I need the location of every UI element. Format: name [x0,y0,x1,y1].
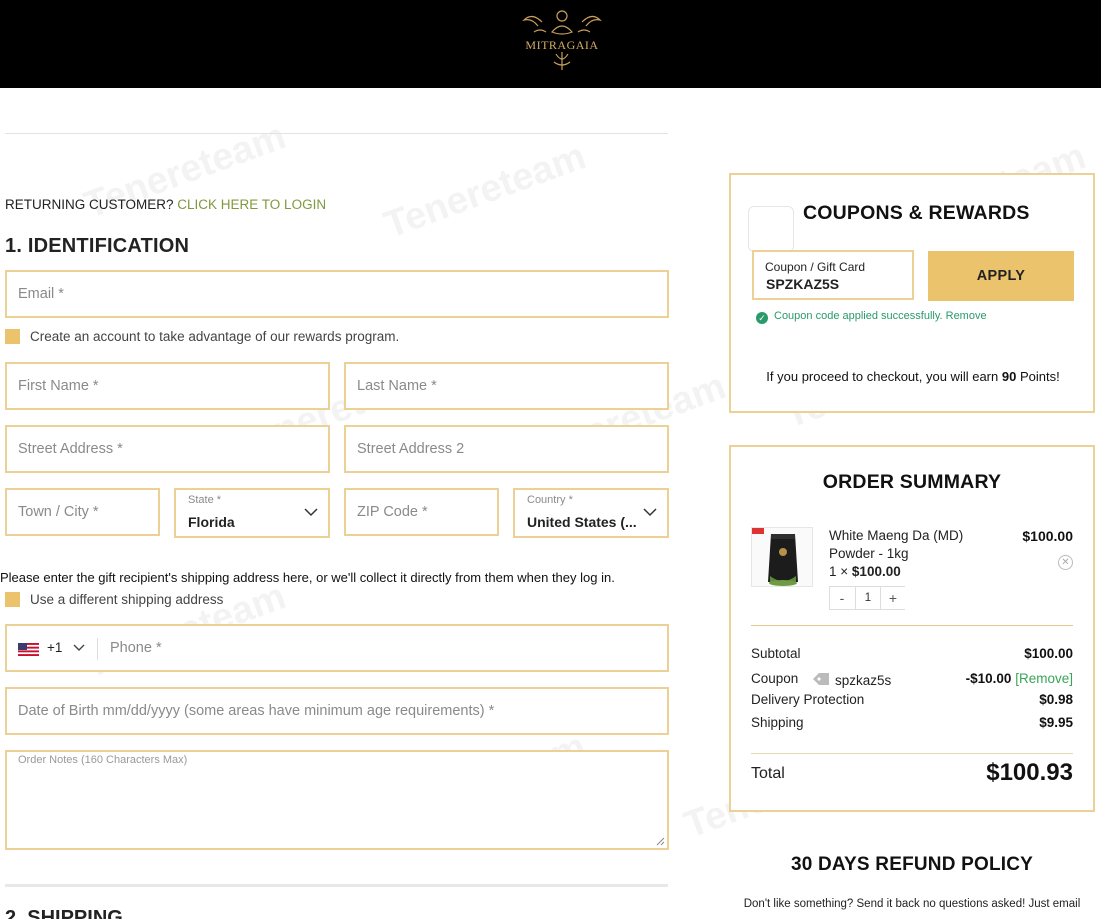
country-label: Country * [527,494,573,506]
divider [5,884,668,887]
phone-divider [97,638,98,660]
product-qty-price: 1 × $100.00 [829,564,901,579]
shipping-value: $9.95 [1039,715,1073,730]
tag-icon [813,673,829,685]
points-value: 90 [1001,369,1017,384]
apply-button[interactable]: APPLY [928,251,1074,301]
quantity-value[interactable]: 1 [855,587,881,609]
shipping-row: Shipping $9.95 [751,715,1073,735]
country-select[interactable]: Country * United States (... [513,488,669,538]
coupon-success-message: ✓ Coupon code applied successfully. Remov… [756,310,987,324]
phone-placeholder: Phone * [110,640,162,656]
town-city-field[interactable]: Town / City * [5,488,160,536]
street-address-field[interactable]: Street Address * [5,425,330,473]
create-account-checkbox[interactable] [5,329,20,344]
check-icon: ✓ [756,312,768,324]
shipping-title: 2. SHIPPING [5,907,123,919]
coupon-code: spzkaz5s [835,673,892,688]
state-label: State * [188,494,222,506]
brand-logo[interactable]: MITRAGAIA [512,2,612,74]
returning-text: RETURNING CUSTOMER? [5,197,174,212]
shipping-label: Shipping [751,715,804,730]
coupon-label: Coupon [751,671,799,686]
state-value: Florida [188,514,235,530]
town-city-placeholder: Town / City * [18,504,99,520]
points-prefix: If you proceed to checkout, you will ear… [766,369,999,384]
chevron-down-icon[interactable] [73,643,85,652]
street-address-placeholder: Street Address * [18,441,123,457]
order-notes-label: Order Notes (160 Characters Max) [18,754,188,766]
product-bag-image [752,528,798,586]
last-name-field[interactable]: Last Name * [344,362,669,410]
last-name-placeholder: Last Name * [357,378,437,394]
chevron-down-icon [304,508,318,517]
total-value: $100.93 [986,759,1073,786]
summary-divider [751,753,1073,754]
subtotal-row: Subtotal $100.00 [751,646,1073,666]
refund-policy-title: 30 DAYS REFUND POLICY [790,854,1034,875]
country-code[interactable]: +1 [47,640,62,655]
different-shipping-label: Use a different shipping address [30,592,224,607]
product-name[interactable]: White Maeng Da (MD) Powder - 1kg [829,527,979,563]
coupon-row: Coupon spzkaz5s -$10.00 [Remove] [751,671,1073,691]
quantity-stepper[interactable]: - 1 + [829,586,905,610]
delivery-protection-value: $0.98 [1039,692,1073,707]
us-flag-icon[interactable] [18,643,39,656]
coupons-rewards-panel: COUPONS & REWARDS Coupon / Gift Card SPZ… [729,173,1095,413]
chevron-down-icon [643,508,657,517]
subtotal-label: Subtotal [751,646,801,661]
email-field[interactable]: Email * [5,270,669,318]
coupon-value: -$10.00 [Remove] [966,671,1073,686]
gift-card-icon [748,206,794,252]
divider [5,133,668,134]
different-shipping-checkbox[interactable] [5,592,20,607]
date-of-birth-placeholder: Date of Birth mm/dd/yyyy (some areas hav… [18,703,495,719]
delivery-protection-label: Delivery Protection [751,692,865,707]
watermark: Tenereteam [378,135,592,247]
country-value: United States (... [527,514,637,530]
first-name-field[interactable]: First Name * [5,362,330,410]
points-suffix: Points! [1019,369,1060,384]
email-placeholder: Email * [18,286,64,302]
street-address-2-placeholder: Street Address 2 [357,441,465,457]
summary-divider [751,625,1073,626]
zip-code-placeholder: ZIP Code * [357,504,428,520]
coupon-input[interactable]: Coupon / Gift Card SPZKAZ5S [752,250,914,300]
first-name-placeholder: First Name * [18,378,99,394]
unit-price: $100.00 [851,564,901,579]
coupon-discount: -$10.00 [965,671,1012,686]
coupon-input-value: SPZKAZ5S [766,276,840,292]
create-account-label: Create an account to take advantage of o… [30,329,400,344]
phone-field[interactable]: +1 Phone * [5,624,669,672]
decrease-quantity-button[interactable]: - [830,587,854,609]
remove-coupon-link[interactable]: [Remove] [1015,671,1073,686]
order-summary-panel: ORDER SUMMARY White Maeng Da (MD) Powder… [729,445,1095,812]
site-header: MITRAGAIA [0,0,1101,88]
product-image[interactable] [751,527,813,587]
returning-customer: RETURNING CUSTOMER? CLICK HERE TO LOGIN [5,197,326,212]
points-message: If you proceed to checkout, you will ear… [731,369,1095,384]
brand-name: MITRAGAIA [525,38,599,52]
state-select[interactable]: State * Florida [174,488,330,538]
coupon-success-text[interactable]: Coupon code applied successfully. Remove [774,310,987,322]
refund-policy-text: Don't like something? Send it back no qu… [743,898,1081,910]
line-price: $100.00 [1022,528,1073,544]
street-address-2-field[interactable]: Street Address 2 [344,425,669,473]
login-link[interactable]: CLICK HERE TO LOGIN [177,197,326,212]
subtotal-value: $100.00 [1024,646,1073,661]
coupons-title: COUPONS & REWARDS [803,202,1030,224]
zip-code-field[interactable]: ZIP Code * [344,488,499,536]
delivery-protection-row: Delivery Protection $0.98 [751,692,1073,712]
date-of-birth-field[interactable]: Date of Birth mm/dd/yyyy (some areas hav… [5,687,669,735]
gift-recipient-note: Please enter the gift recipient's shippi… [0,570,615,585]
resize-handle-icon[interactable] [656,837,665,846]
order-notes-field[interactable]: Order Notes (160 Characters Max) [5,750,669,850]
remove-item-icon[interactable]: ✕ [1058,555,1073,570]
increase-quantity-button[interactable]: + [881,587,905,609]
identification-title: 1. IDENTIFICATION [5,235,190,257]
order-summary-title: ORDER SUMMARY [822,471,1002,493]
qty-prefix: 1 × [829,564,849,579]
coupon-input-label: Coupon / Gift Card [765,260,866,274]
total-label: Total [751,765,785,782]
